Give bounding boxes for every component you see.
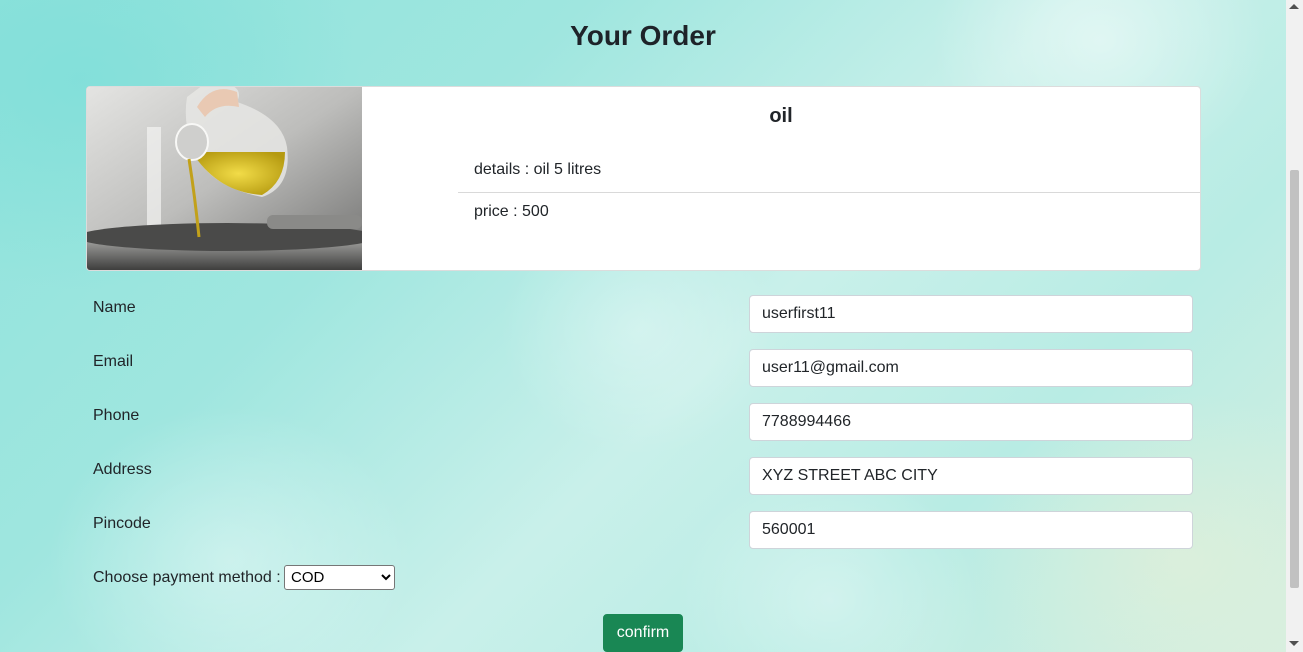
page-title: Your Order [570, 20, 716, 51]
address-field[interactable] [749, 457, 1193, 495]
payment-method-select[interactable]: COD [284, 565, 395, 590]
email-label: Email [93, 353, 134, 370]
pincode-label: Pincode [93, 515, 151, 532]
phone-field[interactable] [749, 403, 1193, 441]
scrollbar-thumb[interactable] [1290, 170, 1299, 588]
order-page: Your Order oil details: oil 5 litres pr… [0, 0, 1286, 652]
product-price: price : 500 [474, 203, 549, 220]
scroll-up-icon[interactable] [1289, 4, 1299, 9]
email-field[interactable] [749, 349, 1193, 387]
product-name: oil [769, 105, 793, 127]
product-image [87, 87, 362, 270]
payment-method-label: Choose payment method : [93, 569, 281, 586]
name-label: Name [93, 299, 136, 316]
confirm-button[interactable]: confirm [603, 614, 683, 652]
name-field[interactable] [749, 295, 1193, 333]
pincode-field[interactable] [749, 511, 1193, 549]
product-details: details : oil 5 litres [458, 161, 1200, 193]
scroll-down-icon[interactable] [1289, 641, 1299, 646]
product-card: oil details : oil 5 litres price : 500 [86, 86, 1201, 271]
phone-label: Phone [93, 407, 140, 424]
address-label: Address [93, 461, 152, 478]
